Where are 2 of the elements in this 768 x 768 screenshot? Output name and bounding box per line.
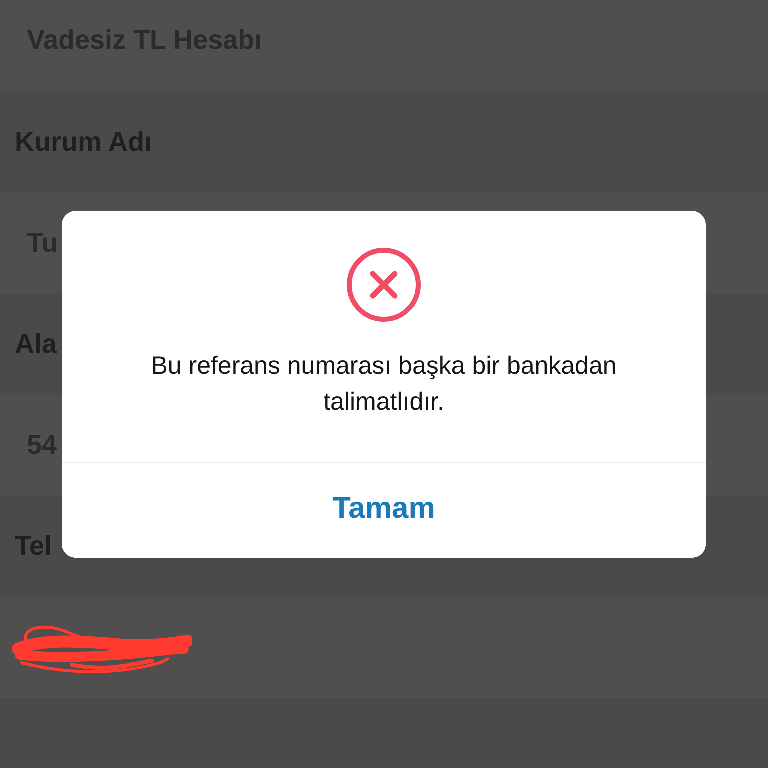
dialog-message: Bu referans numarası başka bir bankadan talimatlıdır.	[150, 351, 618, 418]
error-icon	[347, 248, 421, 322]
